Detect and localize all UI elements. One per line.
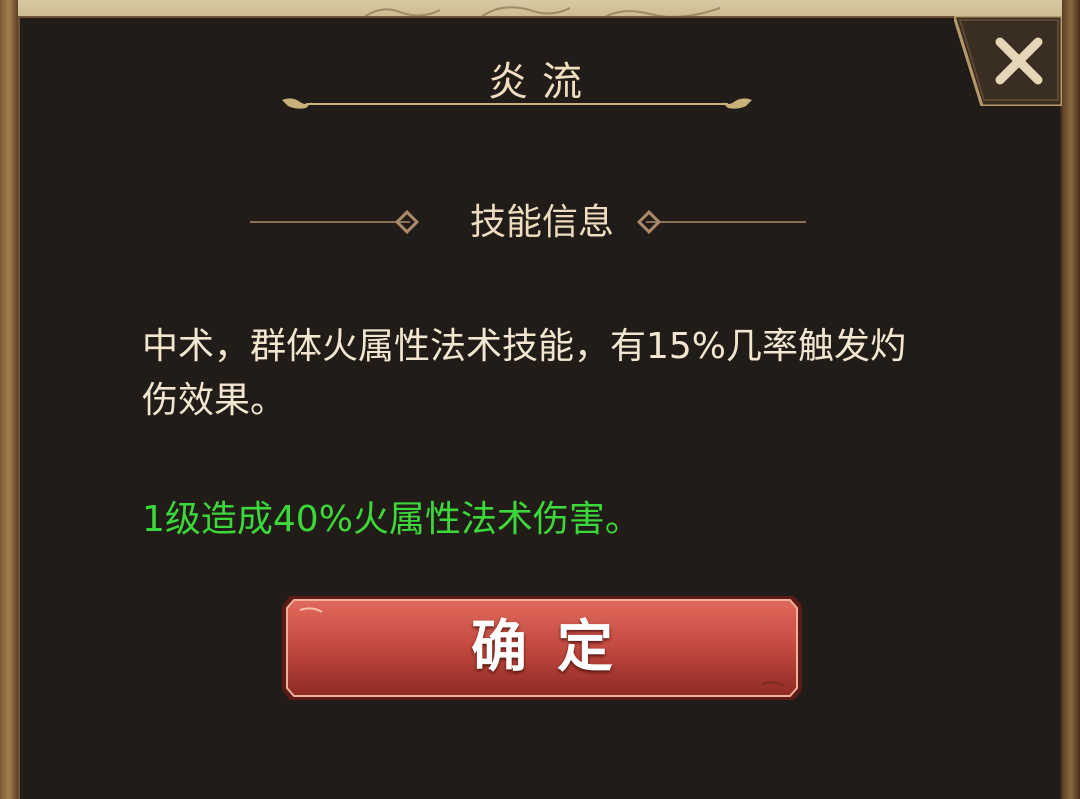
background-frame-right — [1062, 0, 1080, 799]
title-underline-ornament — [282, 98, 752, 109]
skill-info-dialog: 炎流 技能信息 中术，群体火属性法术技能，有15%几率触发灼伤效果。 1级造成4… — [18, 16, 1062, 799]
game-screen: 炎流 技能信息 中术，群体火属性法术技能，有15%几率触发灼伤效果。 1级造成4… — [0, 0, 1080, 799]
heading-ornament-right — [636, 210, 806, 234]
confirm-button[interactable] — [282, 596, 802, 700]
section-heading: 技能信息 — [469, 202, 614, 243]
skill-description: 中术，群体火属性法术技能，有15%几率触发灼伤效果。 — [142, 326, 907, 421]
background-frame-left — [0, 0, 18, 799]
close-button[interactable] — [954, 16, 1062, 106]
skill-level-effect: 1级造成40%火属性法术伤害。 — [142, 499, 641, 540]
